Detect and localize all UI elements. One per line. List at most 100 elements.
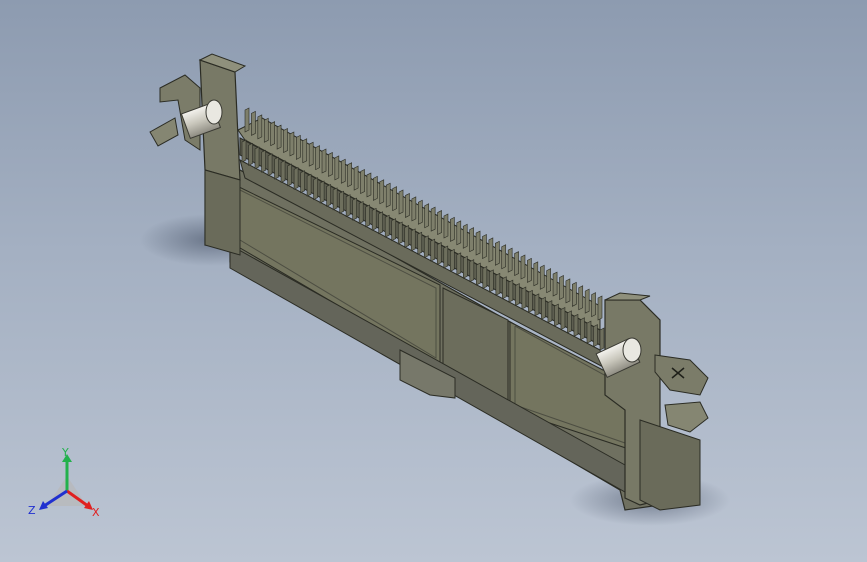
contact-pin	[296, 134, 301, 160]
contact-pin	[591, 292, 596, 318]
left-latch-hook	[149, 117, 179, 147]
contact-pin	[332, 187, 338, 211]
contact-pin	[339, 190, 344, 214]
contact-pin	[384, 214, 390, 238]
contact-pin	[584, 288, 590, 314]
contact-pin	[274, 156, 279, 180]
contact-pin	[424, 203, 430, 229]
contact-pin	[263, 117, 269, 143]
contact-pin	[514, 251, 519, 277]
contact-pin	[489, 269, 494, 293]
contact-pin	[502, 276, 507, 300]
contact-pin	[371, 207, 377, 231]
contact-pin	[347, 162, 352, 188]
contact-pin	[430, 238, 436, 262]
contact-pin	[326, 183, 331, 207]
contact-pin	[527, 257, 532, 283]
contact-pin	[373, 175, 378, 201]
contact-pin	[411, 196, 417, 222]
contact-pin	[280, 160, 286, 183]
contact-pin	[345, 194, 351, 218]
contact-pin	[405, 192, 410, 218]
contact-pin	[391, 218, 397, 242]
contact-pin	[293, 166, 299, 190]
contact-pin	[573, 313, 579, 337]
contact-pin	[534, 293, 540, 317]
contact-pin	[495, 240, 500, 266]
contact-pin	[507, 247, 513, 273]
contact-pin	[450, 216, 455, 242]
contact-pin	[365, 204, 370, 228]
contact-pin	[560, 307, 566, 330]
right-latch-hook	[664, 401, 709, 433]
contact-pin	[482, 233, 487, 259]
contact-pin	[559, 275, 564, 300]
contact-pin	[469, 259, 475, 283]
contact-pin	[352, 197, 357, 221]
contact-pin	[580, 317, 585, 341]
contact-pin	[287, 163, 292, 187]
contact-pin	[251, 110, 256, 136]
contact-pin	[423, 235, 429, 259]
contact-pin	[547, 300, 553, 324]
contact-pin	[520, 254, 526, 280]
contact-pin	[328, 151, 333, 177]
y-axis-label: Y	[61, 446, 69, 459]
left-end-lower	[204, 169, 241, 256]
contact-pin	[319, 180, 325, 204]
contact-pin	[476, 262, 481, 286]
contact-pin	[397, 221, 403, 245]
contact-pin	[379, 179, 385, 205]
contact-pin	[244, 107, 250, 133]
contact-pin	[475, 230, 481, 256]
contact-pin	[565, 278, 571, 304]
contact-pin	[417, 199, 423, 225]
contact-pin	[321, 148, 327, 174]
contact-pin	[417, 231, 423, 255]
orientation-triad[interactable]: Y X Z	[22, 446, 112, 526]
contact-pin	[241, 139, 247, 163]
contact-pin	[501, 244, 507, 270]
contact-pin	[528, 289, 533, 313]
contact-pin	[398, 189, 404, 215]
contact-pin	[508, 279, 514, 303]
contact-pin	[567, 310, 572, 334]
contact-pin	[599, 327, 605, 351]
contact-pin	[267, 153, 273, 177]
contact-pin	[495, 272, 501, 296]
cad-viewport[interactable]: Y X Z	[0, 0, 867, 562]
contact-pin	[300, 170, 305, 194]
contact-pin	[578, 285, 584, 311]
contact-pin	[482, 265, 488, 289]
contact-pin	[597, 295, 603, 321]
contact-pin	[469, 227, 474, 253]
contact-pin	[248, 142, 253, 166]
contact-pin	[392, 186, 397, 212]
contact-pin	[436, 242, 442, 266]
contact-pin	[302, 138, 308, 164]
contact-pin	[541, 296, 546, 320]
contact-pin	[593, 324, 598, 348]
contact-pin	[404, 224, 410, 248]
contact-pin	[254, 146, 260, 170]
contact-pin	[456, 252, 462, 276]
contact-pin	[586, 320, 592, 344]
contact-pin	[430, 206, 436, 232]
contact-pin	[456, 220, 462, 246]
contact-pin	[554, 303, 559, 327]
contact-pin	[462, 223, 468, 249]
contact-pin	[315, 145, 320, 171]
contact-pin	[552, 271, 558, 297]
contact-pin	[539, 264, 545, 290]
contact-pin	[443, 245, 449, 269]
contact-pin	[270, 121, 275, 147]
contact-pin	[366, 172, 372, 198]
contact-pin	[410, 228, 416, 252]
contact-pin	[289, 131, 295, 157]
contact-pin	[261, 149, 266, 173]
contact-pin	[358, 201, 364, 225]
connector-3d-model[interactable]	[0, 0, 867, 562]
contact-pin	[488, 237, 494, 263]
contact-pin	[313, 177, 318, 201]
contact-pin	[437, 210, 442, 236]
